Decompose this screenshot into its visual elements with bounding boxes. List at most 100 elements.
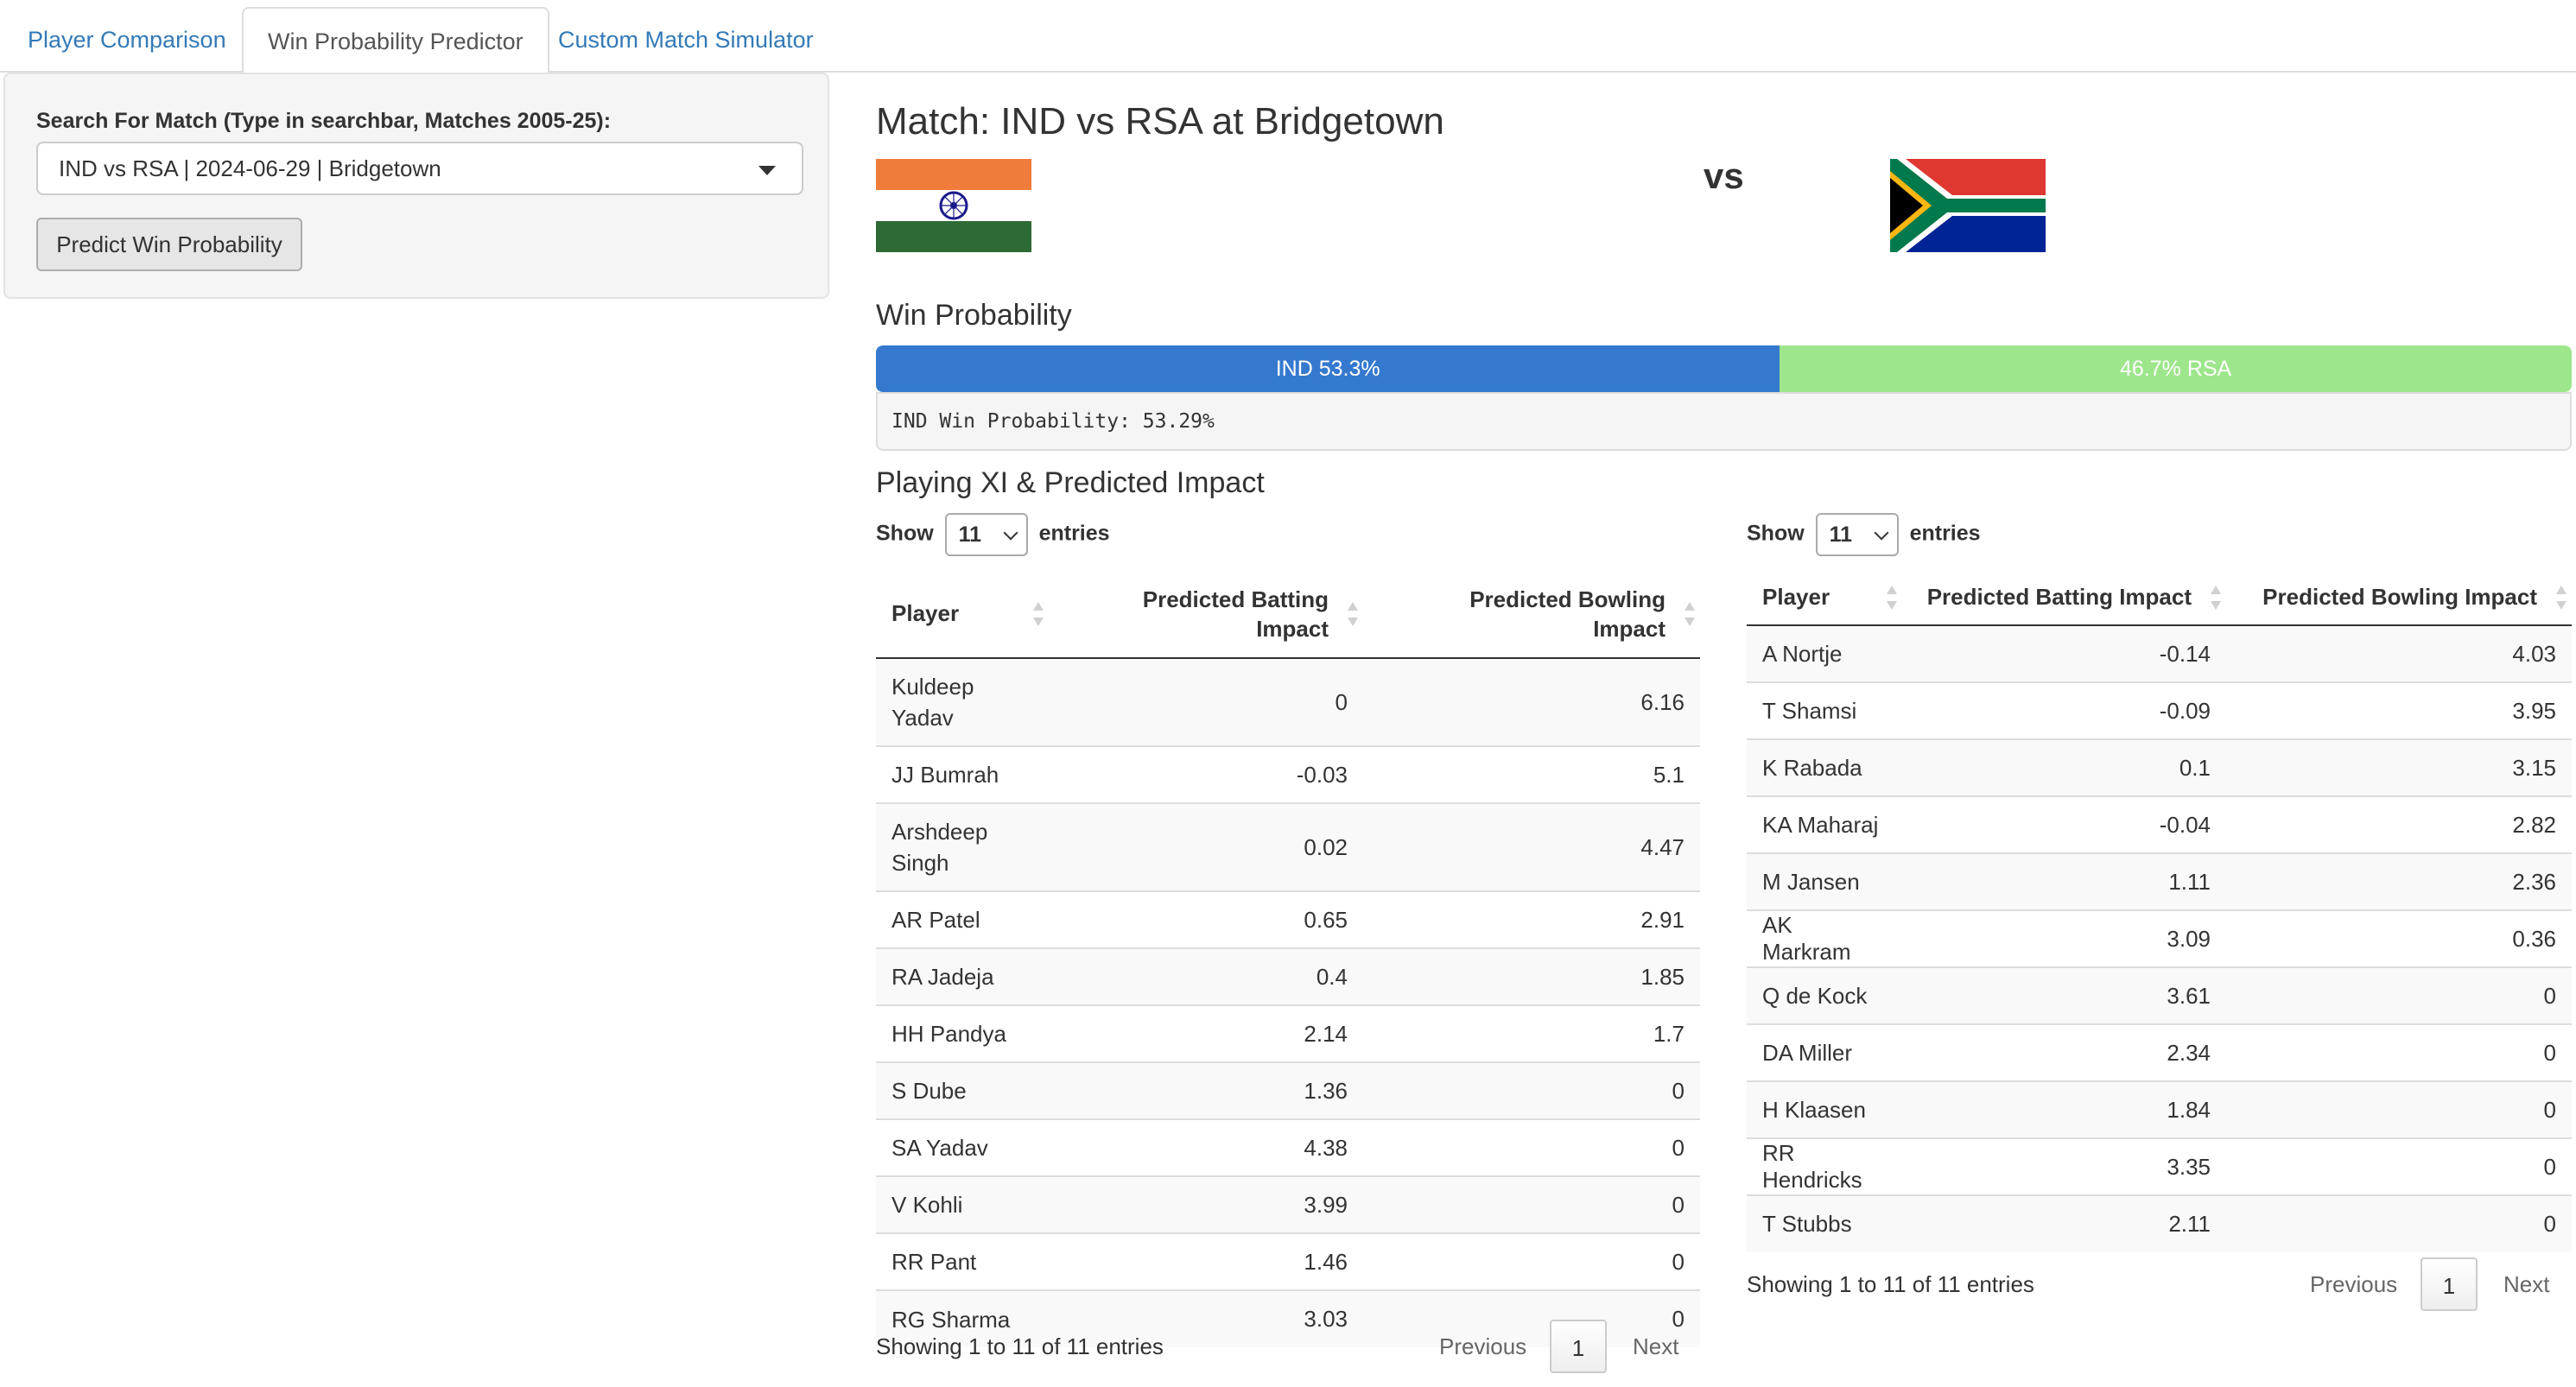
right-table-length-control: Show 11 entries xyxy=(1747,513,1981,556)
column-header-player[interactable]: Player xyxy=(876,570,1049,659)
column-header-player[interactable]: Player xyxy=(1747,570,1902,626)
sort-icon xyxy=(1685,601,1695,626)
bowling-impact-cell: 0 xyxy=(2226,966,2572,1024)
tab-win-probability-predictor[interactable]: Win Probability Predictor xyxy=(242,7,549,74)
player-name-cell: Q de Kock xyxy=(1747,966,1902,1024)
batting-impact-cell: 2.11 xyxy=(1902,1194,2226,1252)
next-page-button[interactable]: Next xyxy=(1633,1320,1678,1373)
column-header-bowling-impact[interactable]: Predicted Bowling Impact xyxy=(2226,570,2572,626)
table-row: T Stubbs 2.11 0 xyxy=(1747,1194,2572,1252)
player-name-cell: RR Pant xyxy=(876,1232,1049,1290)
batting-impact-cell: 2.34 xyxy=(1902,1023,2226,1081)
player-name-cell: T Stubbs xyxy=(1747,1194,1902,1252)
batting-impact-cell: -0.03 xyxy=(1049,745,1363,803)
sort-icon xyxy=(1033,601,1044,626)
left-table-info: Showing 1 to 11 of 11 entries xyxy=(876,1333,1164,1359)
previous-page-button[interactable]: Previous xyxy=(2310,1257,2397,1311)
bowling-impact-cell: 2.36 xyxy=(2226,852,2572,910)
table-row: Kuldeep Yadav 0 6.16 xyxy=(876,657,1700,746)
selected-match-value: IND vs RSA | 2024-06-29 | Bridgetown xyxy=(59,155,441,181)
tab-custom-match-simulator[interactable]: Custom Match Simulator xyxy=(534,7,838,73)
match-search-select[interactable]: IND vs RSA | 2024-06-29 | Bridgetown xyxy=(36,142,803,195)
page-1-button[interactable]: 1 xyxy=(1550,1320,1607,1373)
bowling-impact-cell: 0 xyxy=(2226,1023,2572,1081)
table-row: RR Hendricks 3.35 0 xyxy=(1747,1137,2572,1195)
table-row: H Klaasen 1.84 0 xyxy=(1747,1080,2572,1138)
bowling-impact-cell: 0 xyxy=(1363,1232,1700,1290)
batting-impact-cell: 0.02 xyxy=(1049,802,1363,891)
table-row: JJ Bumrah -0.03 5.1 xyxy=(876,745,1700,803)
batting-impact-cell: 1.11 xyxy=(1902,852,2226,910)
table-row: Arshdeep Singh 0.02 4.47 xyxy=(876,802,1700,891)
batting-impact-cell: 0.4 xyxy=(1049,947,1363,1005)
batting-impact-cell: 3.35 xyxy=(1902,1137,2226,1195)
player-name-cell: RA Jadeja xyxy=(876,947,1049,1005)
table-row: SA Yadav 4.38 0 xyxy=(876,1118,1700,1176)
table-row: DA Miller 2.34 0 xyxy=(1747,1023,2572,1081)
column-header-bowling-impact[interactable]: Predicted Bowling Impact xyxy=(1363,570,1700,659)
column-header-batting-impact[interactable]: Predicted Batting Impact xyxy=(1902,570,2226,626)
table-row: V Kohli 3.99 0 xyxy=(876,1175,1700,1233)
bowling-impact-cell: 0 xyxy=(2226,1080,2572,1138)
sidebar-panel: Search For Match (Type in searchbar, Mat… xyxy=(3,73,829,299)
player-name-cell: M Jansen xyxy=(1747,852,1902,910)
left-table-body: Kuldeep Yadav 0 6.16 JJ Bumrah -0.03 5.1 Arshd… xyxy=(876,657,1700,1347)
bowling-impact-cell: 4.03 xyxy=(2226,624,2572,682)
bowling-impact-cell: 0.36 xyxy=(2226,909,2572,967)
win-probability-heading: Win Probability xyxy=(876,299,1072,332)
batting-impact-cell: 1.46 xyxy=(1049,1232,1363,1290)
sort-icon xyxy=(1887,585,1897,610)
previous-page-button[interactable]: Previous xyxy=(1439,1320,1526,1373)
versus-label: vs xyxy=(1704,155,1744,196)
win-probability-bar: IND 53.3% 46.7% RSA xyxy=(876,345,2572,392)
player-name-cell: S Dube xyxy=(876,1061,1049,1119)
player-name-cell: A Nortje xyxy=(1747,624,1902,682)
chevron-down-icon xyxy=(758,166,776,175)
bowling-impact-cell: 1.85 xyxy=(1363,947,1700,1005)
batting-impact-cell: 4.38 xyxy=(1049,1118,1363,1176)
playing-xi-heading: Playing XI & Predicted Impact xyxy=(876,466,1265,499)
south-africa-playing-xi-table: Player Predicted Batting Impact Predicte… xyxy=(1747,570,2572,1252)
left-table-pagination: Previous 1 Next xyxy=(1425,1320,1700,1373)
bowling-impact-cell: 6.16 xyxy=(1363,657,1700,746)
tab-bar: Player Comparison Win Probability Predic… xyxy=(0,7,2576,74)
player-name-cell: V Kohli xyxy=(876,1175,1049,1233)
table-row: RR Pant 1.46 0 xyxy=(876,1232,1700,1290)
bowling-impact-cell: 1.7 xyxy=(1363,1004,1700,1062)
bowling-impact-cell: 0 xyxy=(1363,1061,1700,1119)
batting-impact-cell: 0.65 xyxy=(1049,890,1363,948)
right-table-info: Showing 1 to 11 of 11 entries xyxy=(1747,1271,2034,1297)
predict-win-probability-button[interactable]: Predict Win Probability xyxy=(36,218,302,271)
table-row: AK Markram 3.09 0.36 xyxy=(1747,909,2572,967)
next-page-button[interactable]: Next xyxy=(2503,1257,2549,1311)
player-name-cell: AK Markram xyxy=(1747,909,1902,967)
table-row: AR Patel 0.65 2.91 xyxy=(876,890,1700,948)
sort-icon xyxy=(2556,585,2566,610)
page-1-button[interactable]: 1 xyxy=(2421,1257,2478,1311)
show-label: Show xyxy=(876,521,934,546)
sort-icon xyxy=(1348,601,1358,626)
bowling-impact-cell: 4.47 xyxy=(1363,802,1700,891)
player-name-cell: H Klaasen xyxy=(1747,1080,1902,1138)
india-playing-xi-table: Player Predicted Batting Impact Predicte… xyxy=(876,570,1700,1347)
win-probability-output: IND Win Probability: 53.29% xyxy=(876,392,2572,451)
table-row: M Jansen 1.11 2.36 xyxy=(1747,852,2572,910)
player-name-cell: DA Miller xyxy=(1747,1023,1902,1081)
left-entries-select[interactable]: 11 xyxy=(944,513,1028,556)
south-africa-flag-icon xyxy=(1890,159,2046,252)
player-name-cell: AR Patel xyxy=(876,890,1049,948)
right-entries-select[interactable]: 11 xyxy=(1815,513,1899,556)
bowling-impact-cell: 5.1 xyxy=(1363,745,1700,803)
tab-player-comparison[interactable]: Player Comparison xyxy=(3,7,251,73)
table-row: K Rabada 0.1 3.15 xyxy=(1747,738,2572,796)
batting-impact-cell: -0.04 xyxy=(1902,795,2226,853)
player-name-cell: JJ Bumrah xyxy=(876,745,1049,803)
batting-impact-cell: 0 xyxy=(1049,657,1363,746)
bowling-impact-cell: 3.95 xyxy=(2226,681,2572,739)
bowling-impact-cell: 2.82 xyxy=(2226,795,2572,853)
entries-label: entries xyxy=(1038,521,1110,546)
player-name-cell: HH Pandya xyxy=(876,1004,1049,1062)
batting-impact-cell: 3.99 xyxy=(1049,1175,1363,1233)
column-header-batting-impact[interactable]: Predicted Batting Impact xyxy=(1049,570,1363,659)
batting-impact-cell: 3.61 xyxy=(1902,966,2226,1024)
